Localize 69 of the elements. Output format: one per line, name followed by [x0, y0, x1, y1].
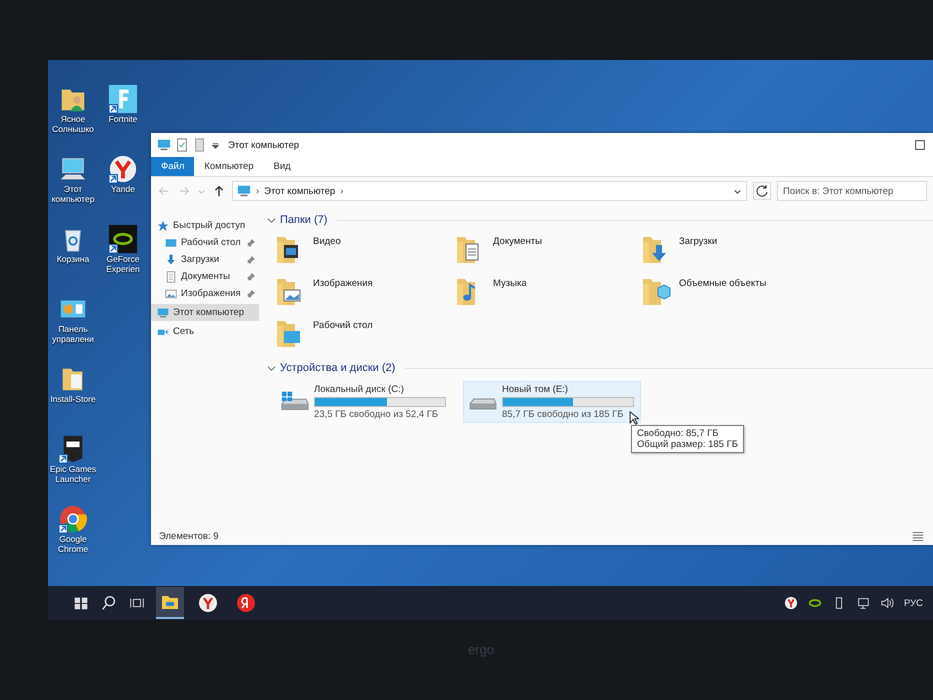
fortnite-icon[interactable] [108, 84, 138, 114]
folder-label[interactable]: Изображения [313, 275, 373, 311]
search-field[interactable]: Поиск в: Этот компьютер [777, 181, 927, 201]
up-arrow-icon[interactable] [212, 184, 226, 198]
yandex-icon[interactable] [784, 596, 798, 610]
nav-item[interactable]: Сеть [151, 323, 259, 340]
desktop-icon-label[interactable]: Ясное Солнышко [48, 114, 98, 134]
language-indicator[interactable]: РУС [904, 598, 923, 608]
window-title: Этот компьютер [228, 140, 300, 150]
computer-icon [157, 306, 169, 318]
desktop-icon-label[interactable]: Epic Games Launcher [48, 464, 98, 484]
chrome-icon[interactable] [58, 504, 88, 534]
nav-item[interactable]: Быстрый доступ [151, 217, 259, 234]
taskbar-app[interactable] [156, 587, 184, 619]
group-header[interactable]: Устройства и диски (2) [280, 362, 396, 374]
nvidia-icon[interactable] [808, 596, 822, 610]
folder-label[interactable]: Загрузки [679, 233, 718, 269]
mouse-cursor-icon [629, 411, 639, 425]
picture-icon [165, 288, 177, 300]
folder-label[interactable]: Рабочий стол [313, 317, 373, 353]
address-bar[interactable]: › Этот компьютер › [232, 181, 747, 201]
status-text: Элементов: 9 [159, 530, 219, 542]
drive-item[interactable]: Новый том (E:) 85,7 ГБ свободно из 185 ГБ [463, 381, 641, 423]
desktop-icon-label[interactable]: Google Chrome [48, 534, 98, 554]
desktop-icon-label[interactable]: Этот компьютер [48, 184, 98, 204]
yandex-icon[interactable] [108, 154, 138, 184]
caret-icon[interactable] [211, 140, 220, 150]
yandex-icon [198, 593, 218, 613]
folder-label[interactable]: Музыка [493, 275, 527, 311]
maximize-icon[interactable] [913, 138, 927, 152]
drive-icon [468, 398, 498, 410]
chevron-down-icon[interactable] [267, 216, 276, 224]
desktop-icon-label[interactable]: Fortnite [98, 114, 148, 124]
group-header[interactable]: Папки (7) [280, 214, 328, 226]
drive-item[interactable]: Локальный диск (C:) 23,5 ГБ свободно из 52,4 ГБ [275, 381, 453, 423]
nav-item[interactable]: Рабочий стол [151, 234, 259, 251]
ribbon-tab[interactable]: Файл [151, 157, 194, 176]
nav-item[interactable]: Документы [151, 268, 259, 285]
yandex-icon [236, 593, 256, 613]
details-view-icon[interactable] [911, 529, 925, 543]
star-icon [157, 220, 169, 232]
desktop-icon-label[interactable]: Панель управлени [48, 324, 98, 344]
download-icon [165, 254, 177, 266]
nav-item[interactable]: Загрузки [151, 251, 259, 268]
computer-icon [157, 138, 171, 152]
pin-icon[interactable] [247, 272, 255, 280]
refresh-icon[interactable] [753, 182, 771, 200]
computer-icon [237, 184, 251, 198]
folder-label[interactable]: Видео [313, 233, 341, 269]
chevron-down-icon[interactable] [267, 364, 276, 372]
desktop-icon-label[interactable]: Yande [98, 184, 148, 194]
nvidia-icon[interactable] [108, 224, 138, 254]
desktop-icon-label[interactable]: GeForce Experien [98, 254, 148, 274]
folder-label[interactable]: Документы [493, 233, 542, 269]
network-icon[interactable] [856, 596, 870, 610]
nav-item[interactable]: Этот компьютер [151, 304, 259, 321]
desktop-icon-label[interactable]: Install-Store [48, 394, 98, 404]
pin-icon[interactable] [247, 256, 255, 264]
folder-label[interactable]: Объемные объекты [679, 275, 766, 311]
pin-icon[interactable] [247, 238, 255, 246]
desktop-icon-label[interactable]: Корзина [48, 254, 98, 264]
desktop-icon [165, 236, 177, 248]
document-icon [165, 270, 177, 282]
search-icon[interactable] [100, 594, 118, 612]
volume-icon[interactable] [880, 596, 894, 610]
properties-icon[interactable] [175, 138, 189, 152]
pin-icon[interactable] [247, 290, 255, 298]
nav-item[interactable]: Изображения [151, 285, 259, 302]
tooltip: Свободно: 85,7 ГБ Общий размер: 185 ГБ [631, 425, 744, 453]
